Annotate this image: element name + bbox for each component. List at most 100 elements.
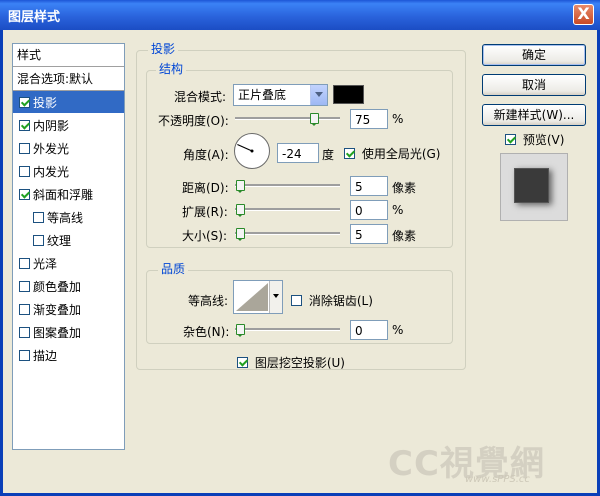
style-item-label: 内发光: [33, 164, 70, 179]
style-item[interactable]: 投影: [13, 91, 124, 113]
spread-slider-thumb[interactable]: [236, 204, 245, 217]
preview-checkbox[interactable]: 预览(V): [505, 131, 564, 148]
blend-mode-select[interactable]: 正片叠底: [233, 84, 328, 106]
opacity-label: 不透明度(O):: [158, 114, 229, 128]
noise-slider[interactable]: [235, 328, 340, 331]
noise-slider-thumb[interactable]: [236, 324, 245, 337]
angle-dial-icon: [234, 133, 270, 169]
style-preview: [500, 153, 568, 221]
checkbox-icon[interactable]: [33, 212, 44, 223]
title-bar: 图层样式 X: [0, 0, 600, 30]
checkbox-icon[interactable]: [19, 143, 30, 154]
blend-mode-value: 正片叠底: [238, 88, 287, 102]
style-item[interactable]: 内发光: [13, 160, 124, 182]
close-button[interactable]: X: [573, 4, 594, 25]
distance-label: 距离(D):: [182, 181, 229, 195]
size-slider-thumb[interactable]: [236, 228, 245, 241]
distance-input[interactable]: 5: [350, 176, 388, 196]
global-light-checkbox[interactable]: 使用全局光(G): [344, 145, 441, 162]
blend-mode-label: 混合模式:: [174, 90, 227, 104]
spread-unit: %: [392, 203, 404, 217]
spread-slider[interactable]: [235, 208, 340, 211]
distance-slider-thumb[interactable]: [236, 180, 245, 193]
checkbox-icon[interactable]: [19, 327, 30, 338]
cancel-button[interactable]: 取消: [482, 74, 586, 96]
style-item-label: 投影: [33, 95, 58, 110]
drop-shadow-title: 投影: [148, 40, 179, 57]
style-item-label: 内阴影: [33, 118, 70, 133]
checkbox-icon[interactable]: [19, 350, 30, 361]
angle-input[interactable]: -24: [277, 143, 319, 163]
noise-input[interactable]: 0: [350, 320, 388, 340]
style-item-label: 斜面和浮雕: [33, 187, 94, 202]
ok-button[interactable]: 确定: [482, 44, 586, 66]
style-item[interactable]: 光泽: [13, 252, 124, 274]
quality-title: 品质: [158, 260, 189, 277]
opacity-slider[interactable]: [235, 117, 340, 120]
noise-unit: %: [392, 323, 404, 337]
new-style-button[interactable]: 新建样式(W)...: [482, 104, 586, 126]
size-slider[interactable]: [235, 232, 340, 235]
style-item[interactable]: 外发光: [13, 137, 124, 159]
global-light-label: 使用全局光(G): [361, 147, 441, 161]
blend-options-item[interactable]: 混合选项:默认: [13, 68, 124, 90]
checkbox-icon[interactable]: [19, 97, 30, 108]
structure-title: 结构: [156, 60, 187, 77]
antialias-label: 消除锯齿(L): [308, 294, 373, 308]
contour-label: 等高线:: [188, 294, 229, 308]
window-title: 图层样式: [8, 10, 61, 25]
distance-unit: 像素: [392, 181, 417, 195]
style-item-label: 纹理: [47, 233, 72, 248]
style-item[interactable]: 颜色叠加: [13, 275, 124, 297]
style-item[interactable]: 描边: [13, 344, 124, 366]
chevron-down-icon: [269, 281, 282, 313]
preview-label: 预览(V): [522, 133, 565, 147]
checkbox-icon[interactable]: [19, 281, 30, 292]
style-item-label: 外发光: [33, 141, 70, 156]
watermark-url: www.sPPS.cc: [465, 474, 530, 485]
knockout-checkbox[interactable]: 图层挖空投影(U): [237, 354, 345, 371]
style-item[interactable]: 纹理: [13, 229, 124, 251]
contour-picker[interactable]: [233, 280, 283, 314]
style-item[interactable]: 等高线: [13, 206, 124, 228]
noise-label: 杂色(N):: [183, 325, 230, 339]
angle-label: 角度(A):: [183, 148, 229, 162]
size-label: 大小(S):: [182, 229, 228, 243]
antialias-checkbox[interactable]: 消除锯齿(L): [291, 292, 373, 309]
style-item-label: 渐变叠加: [33, 302, 82, 317]
opacity-unit: %: [392, 112, 404, 126]
distance-slider[interactable]: [235, 184, 340, 187]
style-item-label: 图案叠加: [33, 325, 82, 340]
chevron-down-icon: [310, 85, 327, 105]
spread-input[interactable]: 0: [350, 200, 388, 220]
style-item[interactable]: 图案叠加: [13, 321, 124, 343]
checkbox-icon[interactable]: [19, 304, 30, 315]
style-item[interactable]: 内阴影: [13, 114, 124, 136]
shadow-color-swatch[interactable]: [333, 85, 364, 104]
checkbox-icon: [237, 357, 248, 368]
checkbox-icon[interactable]: [19, 189, 30, 200]
contour-curve-icon: [236, 283, 268, 311]
style-item[interactable]: 渐变叠加: [13, 298, 124, 320]
size-unit: 像素: [392, 229, 417, 243]
style-item-label: 描边: [33, 348, 58, 363]
divider: [13, 66, 124, 67]
spread-label: 扩展(R):: [182, 205, 228, 219]
style-item-label: 光泽: [33, 256, 58, 271]
style-item-label: 颜色叠加: [33, 279, 82, 294]
knockout-label: 图层挖空投影(U): [254, 356, 345, 370]
checkbox-icon[interactable]: [19, 120, 30, 131]
checkbox-icon: [344, 148, 355, 159]
opacity-slider-thumb[interactable]: [309, 113, 319, 126]
checkbox-icon[interactable]: [33, 235, 44, 246]
style-item-label: 等高线: [47, 210, 84, 225]
checkbox-icon[interactable]: [19, 166, 30, 177]
size-input[interactable]: 5: [350, 224, 388, 244]
angle-dial[interactable]: [233, 132, 271, 170]
checkbox-icon: [505, 134, 516, 145]
checkbox-icon[interactable]: [19, 258, 30, 269]
checkbox-icon: [291, 295, 302, 306]
opacity-input[interactable]: 75: [350, 109, 388, 129]
style-list-header: 样式: [17, 48, 42, 62]
style-item[interactable]: 斜面和浮雕: [13, 183, 124, 205]
